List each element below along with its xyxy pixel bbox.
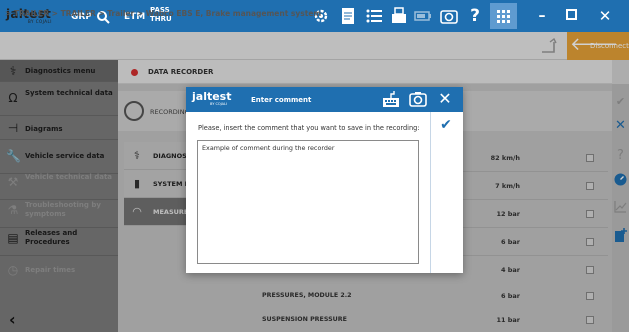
help-icon[interactable]: ? xyxy=(467,7,483,25)
maximize-icon[interactable] xyxy=(566,9,577,20)
confirm-check-icon[interactable]: ✔ xyxy=(437,116,455,134)
close-icon[interactable]: ✕ xyxy=(597,7,613,25)
camera-icon[interactable] xyxy=(440,7,458,25)
dialog-title: Enter comment xyxy=(251,96,312,104)
dialog-divider xyxy=(430,112,431,273)
dialog-jaltest-logo: jaltest BY COJALI xyxy=(192,90,232,106)
keyboard-icon[interactable] xyxy=(381,89,401,109)
list-icon[interactable] xyxy=(365,7,383,25)
dialog-prompt: Please, insert the comment that you want… xyxy=(198,124,420,132)
dialog-close-icon[interactable]: ✕ xyxy=(435,89,455,109)
printer-icon[interactable] xyxy=(390,7,408,25)
camera-icon[interactable] xyxy=(408,89,428,109)
battery-icon xyxy=(414,7,432,25)
comment-textarea[interactable]: Example of comment during the recorder xyxy=(197,140,419,264)
grid-menu-button[interactable] xyxy=(490,3,517,29)
minimize-icon[interactable]: – xyxy=(534,7,550,25)
breadcrumb: > TRAILER > TRAILER > Trailer > Wabco EB… xyxy=(5,9,322,18)
document-icon[interactable] xyxy=(339,7,357,25)
